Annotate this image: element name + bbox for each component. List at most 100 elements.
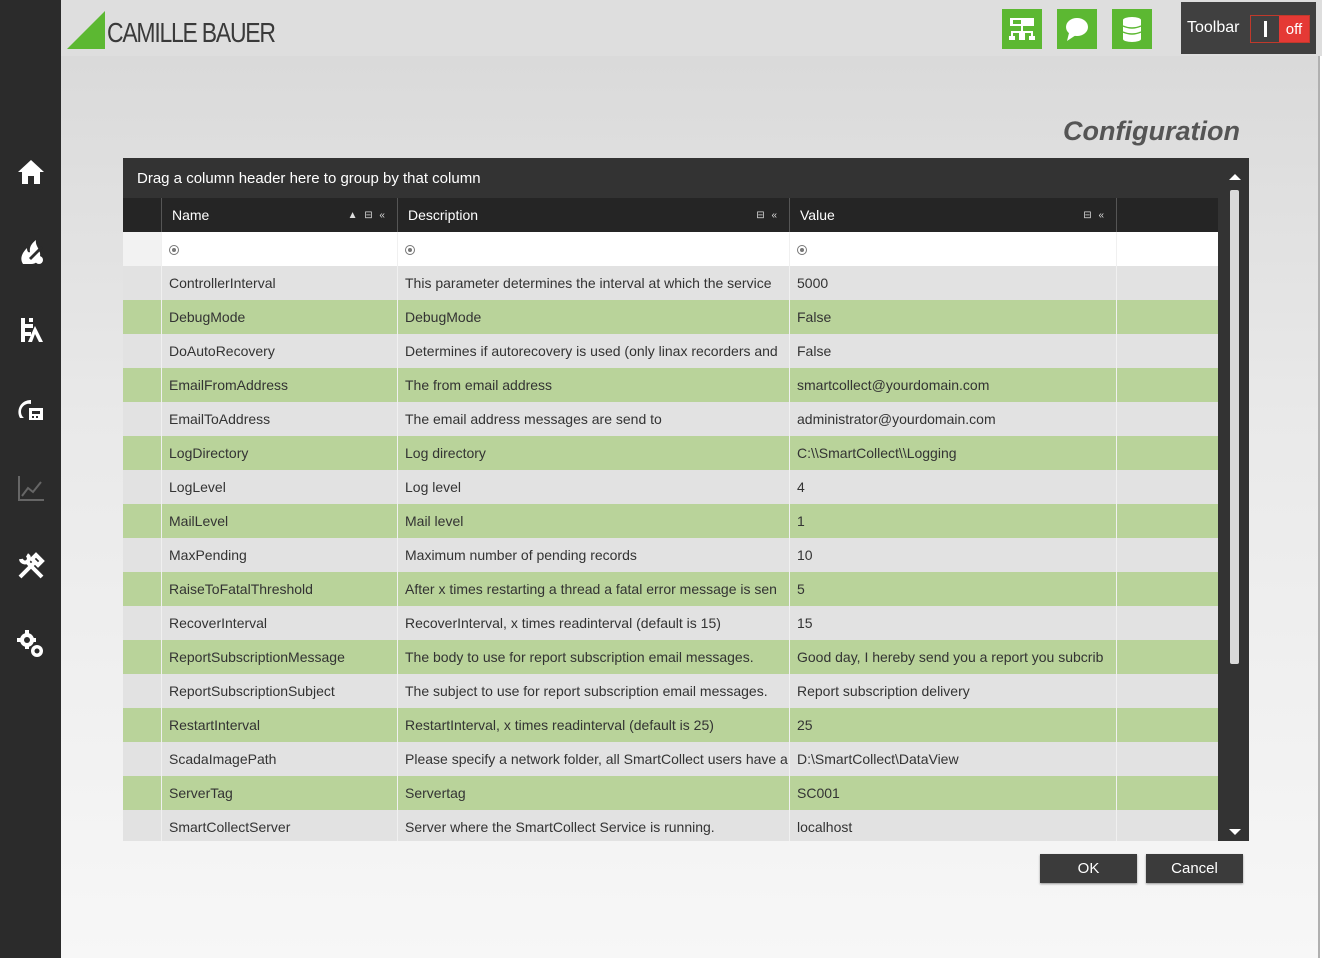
table-row[interactable]: ControllerInterval This parameter determi… xyxy=(123,266,1218,300)
cell-description[interactable]: Log directory xyxy=(398,436,790,470)
scroll-up-icon[interactable] xyxy=(1229,174,1241,180)
cell-value[interactable]: C:\\SmartCollect\\Logging xyxy=(790,436,1117,470)
toolbar-toggle[interactable]: off xyxy=(1250,15,1310,43)
column-header-description[interactable]: Description ⊟ « xyxy=(398,198,790,232)
scroll-thumb[interactable] xyxy=(1230,190,1239,664)
sidebar xyxy=(0,0,61,958)
chart-icon[interactable] xyxy=(13,470,49,506)
cell-description[interactable]: Servertag xyxy=(398,776,790,810)
column-header-name[interactable]: Name ▲ ⊟ « xyxy=(162,198,398,232)
cell-value[interactable]: SC001 xyxy=(790,776,1117,810)
cell-value[interactable]: 1 xyxy=(790,504,1117,538)
table-row[interactable]: LogDirectory Log directory C:\\SmartCollec… xyxy=(123,436,1218,470)
cell-name[interactable]: MaxPending xyxy=(162,538,398,572)
table-row[interactable]: RaiseToFatalThreshold After x times resta… xyxy=(123,572,1218,606)
table-row[interactable]: ScadaImagePath Please specify a network f… xyxy=(123,742,1218,776)
pin-collapse-icon[interactable]: ⊟ « xyxy=(756,210,779,221)
meter-icon[interactable] xyxy=(13,392,49,428)
table-row[interactable]: DoAutoRecovery Determines if autorecovery… xyxy=(123,334,1218,368)
cell-description[interactable]: The body to use for report subscription … xyxy=(398,640,790,674)
column-header-value[interactable]: Value ⊟ « xyxy=(790,198,1117,232)
cell-value[interactable]: administrator@yourdomain.com xyxy=(790,402,1117,436)
table-row[interactable]: EmailToAddress The email address messages… xyxy=(123,402,1218,436)
table-row[interactable]: DebugMode DebugMode False xyxy=(123,300,1218,334)
cell-name[interactable]: ReportSubscriptionMessage xyxy=(162,640,398,674)
cell-value[interactable]: 4 xyxy=(790,470,1117,504)
cell-value[interactable]: D:\SmartCollect\DataView xyxy=(790,742,1117,776)
filter-icon[interactable] xyxy=(797,245,807,255)
cell-description[interactable]: After x times restarting a thread a fata… xyxy=(398,572,790,606)
table-row[interactable]: MaxPending Maximum number of pending reco… xyxy=(123,538,1218,572)
network-button[interactable] xyxy=(1002,9,1042,49)
cell-description[interactable]: The email address messages are send to xyxy=(398,402,790,436)
cell-value[interactable]: Report subscription delivery xyxy=(790,674,1117,708)
vertical-scrollbar[interactable] xyxy=(1220,168,1249,841)
cell-name[interactable]: RecoverInterval xyxy=(162,606,398,640)
cell-name[interactable]: ReportSubscriptionSubject xyxy=(162,674,398,708)
cancel-button[interactable]: Cancel xyxy=(1146,854,1243,883)
cell-name[interactable]: LogLevel xyxy=(162,470,398,504)
table-row[interactable]: RestartInterval RestartInterval, x times … xyxy=(123,708,1218,742)
database-button[interactable] xyxy=(1112,9,1152,49)
cell-name[interactable]: RestartInterval xyxy=(162,708,398,742)
cell-description[interactable]: Maximum number of pending records xyxy=(398,538,790,572)
cell-description[interactable]: Determines if autorecovery is used (only… xyxy=(398,334,790,368)
filter-icon[interactable] xyxy=(169,245,179,255)
scroll-down-icon[interactable] xyxy=(1229,829,1241,835)
cell-value[interactable]: False xyxy=(790,300,1117,334)
cell-name[interactable]: ServerTag xyxy=(162,776,398,810)
table-row[interactable]: LogLevel Log level 4 xyxy=(123,470,1218,504)
cell-name[interactable]: MailLevel xyxy=(162,504,398,538)
cell-description[interactable]: Log level xyxy=(398,470,790,504)
filter-cell-name[interactable] xyxy=(162,232,398,266)
table-row[interactable]: ReportSubscriptionMessage The body to use… xyxy=(123,640,1218,674)
cell-name[interactable]: RaiseToFatalThreshold xyxy=(162,572,398,606)
ok-button[interactable]: OK xyxy=(1040,854,1137,883)
cell-description[interactable]: Please specify a network folder, all Sma… xyxy=(398,742,790,776)
table-row[interactable]: SmartCollectServer Server where the Smart… xyxy=(123,810,1218,841)
cell-name[interactable]: EmailFromAddress xyxy=(162,368,398,402)
cell-description[interactable]: DebugMode xyxy=(398,300,790,334)
cell-description[interactable]: The from email address xyxy=(398,368,790,402)
pin-collapse-icon[interactable]: ⊟ « xyxy=(1083,210,1106,221)
building-icon[interactable] xyxy=(13,312,49,348)
cell-value[interactable]: 5 xyxy=(790,572,1117,606)
filter-icon[interactable] xyxy=(405,245,415,255)
table-row[interactable]: EmailFromAddress The from email address sm… xyxy=(123,368,1218,402)
gears-icon[interactable] xyxy=(13,626,49,662)
cell-name[interactable]: EmailToAddress xyxy=(162,402,398,436)
cell-value[interactable]: 25 xyxy=(790,708,1117,742)
cell-value[interactable]: 5000 xyxy=(790,266,1117,300)
sort-pin-collapse-icon[interactable]: ▲ ⊟ « xyxy=(348,210,387,221)
table-row[interactable]: MailLevel Mail level 1 xyxy=(123,504,1218,538)
cell-value[interactable]: 10 xyxy=(790,538,1117,572)
cell-description[interactable]: The subject to use for report subscripti… xyxy=(398,674,790,708)
chat-button[interactable] xyxy=(1057,9,1097,49)
tools-icon[interactable] xyxy=(13,548,49,584)
cell-value[interactable]: localhost xyxy=(790,810,1117,841)
cell-name[interactable]: ControllerInterval xyxy=(162,266,398,300)
cell-description[interactable]: This parameter determines the interval a… xyxy=(398,266,790,300)
filter-row xyxy=(123,232,1218,266)
cell-description[interactable]: RecoverInterval, x times readinterval (d… xyxy=(398,606,790,640)
home-icon[interactable] xyxy=(13,154,49,190)
cell-name[interactable]: LogDirectory xyxy=(162,436,398,470)
table-row[interactable]: RecoverInterval RecoverInterval, x times … xyxy=(123,606,1218,640)
table-row[interactable]: ServerTag Servertag SC001 xyxy=(123,776,1218,810)
fire-wrench-icon[interactable] xyxy=(13,234,49,270)
cell-name[interactable]: SmartCollectServer xyxy=(162,810,398,841)
cell-value[interactable]: 15 xyxy=(790,606,1117,640)
cell-name[interactable]: DoAutoRecovery xyxy=(162,334,398,368)
cell-description[interactable]: RestartInterval, x times readinterval (d… xyxy=(398,708,790,742)
cell-value[interactable]: False xyxy=(790,334,1117,368)
cell-name[interactable]: DebugMode xyxy=(162,300,398,334)
cell-description[interactable]: Server where the SmartCollect Service is… xyxy=(398,810,790,841)
filter-cell-value[interactable] xyxy=(790,232,1117,266)
cell-value[interactable]: smartcollect@yourdomain.com xyxy=(790,368,1117,402)
group-panel[interactable]: Drag a column header here to group by th… xyxy=(123,158,1249,198)
cell-name[interactable]: ScadaImagePath xyxy=(162,742,398,776)
cell-value[interactable]: Good day, I hereby send you a report you… xyxy=(790,640,1117,674)
filter-cell-description[interactable] xyxy=(398,232,790,266)
cell-description[interactable]: Mail level xyxy=(398,504,790,538)
table-row[interactable]: ReportSubscriptionSubject The subject to … xyxy=(123,674,1218,708)
